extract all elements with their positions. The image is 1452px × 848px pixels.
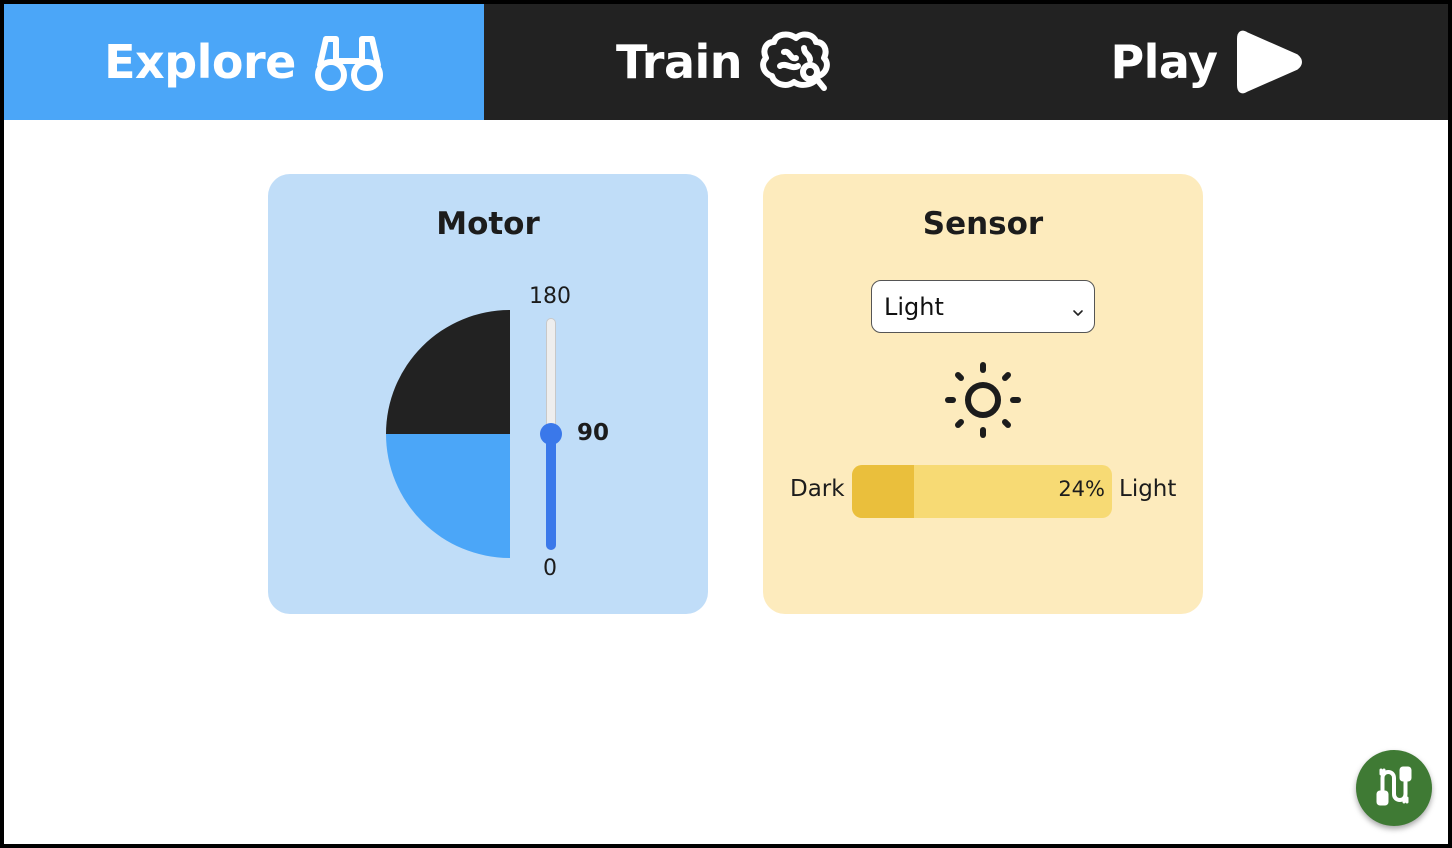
tab-train[interactable]: Train	[484, 4, 964, 120]
connect-device-button[interactable]	[1356, 750, 1432, 826]
slider-value: 90	[577, 420, 610, 446]
slider-min-label: 0	[543, 556, 557, 581]
cable-connector-icon	[1374, 764, 1414, 812]
light-level-bar: 24%	[852, 465, 1112, 518]
binoculars-icon	[314, 31, 384, 93]
play-icon	[1236, 27, 1302, 97]
tab-play[interactable]: Play	[964, 4, 1448, 120]
sensor-title: Sensor	[922, 206, 1044, 242]
motor-dial	[386, 310, 510, 558]
tab-explore-label: Explore	[104, 35, 296, 89]
bar-label-dark: Dark	[790, 476, 845, 502]
bar-label-light: Light	[1119, 476, 1177, 502]
tab-play-label: Play	[1110, 35, 1218, 89]
sensor-type-select[interactable]: Light	[871, 280, 1095, 333]
slider-max-label: 180	[529, 284, 571, 309]
dial-lower-half	[386, 434, 510, 558]
slider-thumb[interactable]	[540, 423, 562, 445]
tab-train-label: Train	[615, 35, 743, 89]
chevron-down-icon	[1072, 298, 1084, 326]
app-frame	[0, 0, 1452, 848]
brain-icon	[760, 30, 832, 94]
slider-fill	[546, 436, 556, 550]
sensor-card: Sensor Light Dark 24% Light	[763, 174, 1203, 614]
dial-upper-half	[386, 310, 510, 434]
light-level-fill	[852, 465, 915, 518]
sensor-type-selected: Light	[884, 292, 944, 321]
motor-title: Motor	[436, 206, 540, 242]
motor-card: Motor 180 90 0	[268, 174, 708, 614]
light-level-percent: 24%	[1058, 477, 1105, 501]
top-nav: Explore Train Play	[4, 4, 1448, 120]
motor-angle-slider[interactable]	[540, 318, 562, 552]
sun-icon	[941, 358, 1025, 446]
tab-explore[interactable]: Explore	[4, 4, 484, 120]
